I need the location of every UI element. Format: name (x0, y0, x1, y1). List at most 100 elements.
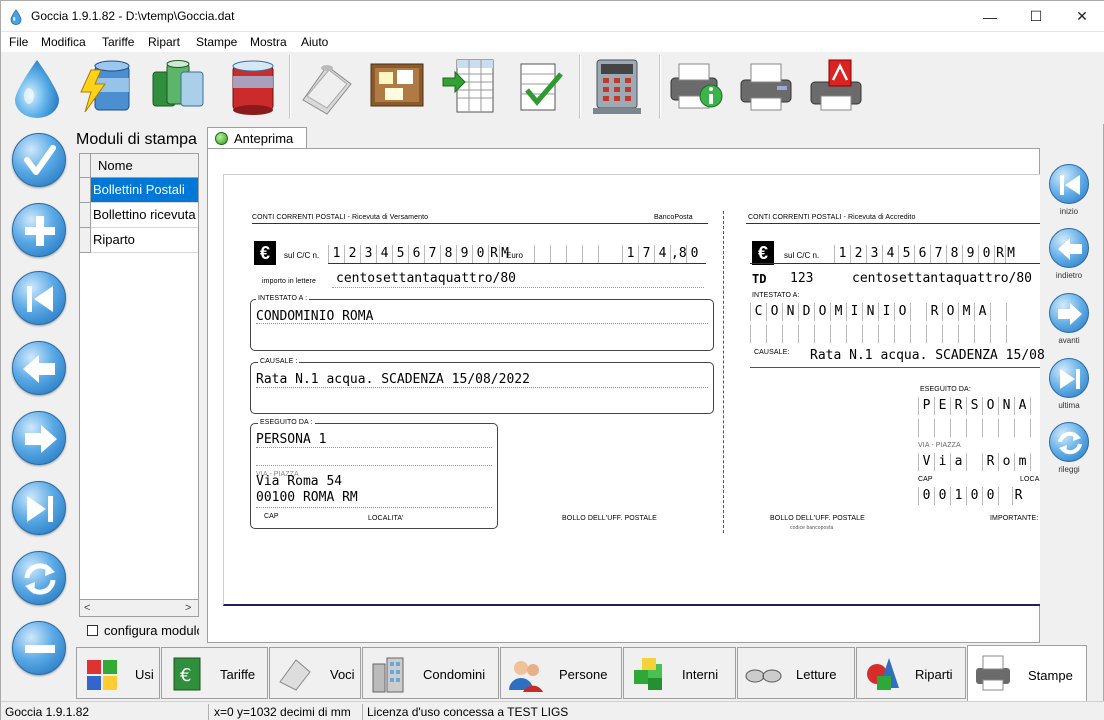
tab-stampe[interactable]: Stampe (967, 645, 1087, 701)
minimize-button[interactable]: — (967, 1, 1013, 32)
nav-reload[interactable]: rileggi (1047, 422, 1091, 474)
database-lightning-icon[interactable] (77, 56, 137, 118)
printer-icon[interactable] (737, 56, 797, 118)
menu-modifica[interactable]: Modifica (41, 35, 86, 49)
payer-letter: R (950, 397, 966, 415)
tab-tariffe[interactable]: € Tariffe (161, 647, 268, 699)
column-header-nome[interactable]: Nome (91, 154, 198, 178)
intestato-letter (990, 303, 1006, 321)
database-green-icon[interactable] (147, 56, 207, 118)
tab-usi-label: Usi (135, 667, 154, 682)
intestato-letter: D (798, 303, 814, 321)
tab-usi[interactable]: Usi (76, 647, 160, 699)
goccia-logo-icon[interactable] (9, 56, 65, 118)
nav-last-label: ultima (1058, 401, 1080, 410)
add-button[interactable] (12, 203, 66, 257)
payer-letter: E (934, 397, 950, 415)
configure-module-checkbox[interactable]: configura modulo (87, 623, 199, 638)
first-button[interactable] (12, 271, 66, 325)
scroll-right-icon[interactable]: > (185, 602, 191, 614)
menu-aiuto[interactable]: Aiuto (301, 35, 328, 49)
account-digit: 6 (408, 245, 424, 263)
refresh-icon[interactable] (1049, 422, 1089, 462)
paper-rolls-icon[interactable] (297, 56, 357, 118)
printer-pdf-icon[interactable] (807, 56, 867, 118)
checkbox-icon[interactable] (87, 625, 98, 636)
account-digit: 8 (440, 245, 456, 263)
menu-mostra[interactable]: Mostra (250, 35, 287, 49)
tab-condomini[interactable]: Condomini (362, 647, 499, 699)
tab-anteprima[interactable]: Anteprima (207, 127, 307, 149)
modules-horizontal-scrollbar[interactable]: < > (79, 599, 199, 617)
tab-interni[interactable]: Interni (623, 647, 736, 699)
database-red-icon[interactable] (223, 56, 283, 118)
printer-info-icon[interactable] (667, 56, 727, 118)
menu-tariffe[interactable]: Tariffe (102, 35, 134, 49)
calculator-icon[interactable] (587, 56, 647, 118)
tab-riparti[interactable]: Riparti (856, 647, 966, 699)
nav-first[interactable]: inizio (1047, 164, 1091, 216)
refresh-button[interactable] (12, 551, 66, 605)
payer-cells: PERSONA (918, 397, 1046, 415)
bottom-tabs: Usi € Tariffe Voci Condomini Persone Int… (1, 645, 1104, 701)
spreadsheet-export-icon[interactable] (441, 56, 501, 118)
bulletin-board-icon[interactable] (367, 56, 427, 118)
row-header[interactable] (80, 228, 91, 253)
previous-button[interactable] (12, 341, 66, 395)
tab-tariffe-label: Tariffe (220, 667, 256, 682)
account-digit: 0 (472, 245, 488, 263)
via-letter: R (982, 453, 998, 471)
first-icon (27, 286, 53, 312)
module-row-bollettini-postali[interactable]: Bollettini Postali (91, 178, 198, 203)
menu-ripart[interactable]: Ripart (148, 35, 180, 49)
euro-label: Euro (506, 251, 523, 260)
dotted-line (750, 367, 1040, 368)
tab-letture[interactable]: Letture (737, 647, 855, 699)
module-row-riparto[interactable]: Riparto (91, 228, 198, 253)
header-line (252, 223, 708, 224)
status-separator (362, 704, 363, 720)
eseguito-label: ESEGUITO DA : (258, 419, 315, 426)
last-button[interactable] (12, 481, 66, 535)
close-button[interactable]: ✕ (1059, 1, 1104, 32)
tab-stampe-label: Stampe (1028, 668, 1073, 683)
confirm-button[interactable] (12, 133, 66, 187)
causale-field (250, 362, 714, 414)
tab-condomini-label: Condomini (423, 667, 486, 682)
module-row-bollettino-ricevuta[interactable]: Bollettino ricevuta (91, 203, 198, 228)
row-header[interactable] (80, 203, 91, 228)
empty-amount-cells (534, 245, 614, 263)
menu-file[interactable]: File (9, 35, 28, 49)
maximize-button[interactable]: ☐ (1013, 1, 1059, 32)
amount-words: centosettantaquattro/80 (336, 271, 517, 286)
left-receipt-header: CONTI CORRENTI POSTALI - Ricevuta di Ver… (252, 214, 429, 221)
scroll-left-icon[interactable]: < (84, 602, 90, 614)
account-digit: 4 (376, 245, 392, 263)
amount-words-right: centosettantaquattro/80 (852, 271, 1033, 286)
nav-next[interactable]: avanti (1047, 293, 1091, 345)
next-icon[interactable] (1049, 293, 1089, 333)
status-version: Goccia 1.9.1.82 (5, 705, 90, 719)
account-digit: 0 (978, 245, 994, 263)
right-receipt-header: CONTI CORRENTI POSTALI - Ricevuta di Acc… (748, 214, 916, 221)
nav-last[interactable]: ultima (1047, 358, 1091, 410)
nav-previous[interactable]: indietro (1047, 228, 1091, 280)
next-button[interactable] (12, 411, 66, 465)
row-header[interactable] (80, 178, 91, 203)
tab-interni-label: Interni (682, 667, 719, 682)
amount-digit: 7 (638, 245, 654, 263)
stampe-icon (976, 655, 1010, 691)
last-icon[interactable] (1049, 358, 1089, 398)
payer-letter (1030, 397, 1046, 415)
add-icon (25, 216, 55, 246)
first-icon[interactable] (1049, 164, 1089, 204)
account-digit: 5 (898, 245, 914, 263)
tab-voci-label: Voci (330, 667, 355, 682)
causale-value-right: Rata N.1 acqua. SCADENZA 15/08 (810, 348, 1045, 363)
spreadsheet-check-icon[interactable] (511, 56, 571, 118)
tab-persone[interactable]: Persone (500, 647, 622, 699)
previous-icon[interactable] (1049, 228, 1089, 268)
tab-voci[interactable]: Voci (269, 647, 361, 699)
menu-stampe[interactable]: Stampe (196, 35, 237, 49)
cap-digit: 1 (950, 487, 966, 505)
